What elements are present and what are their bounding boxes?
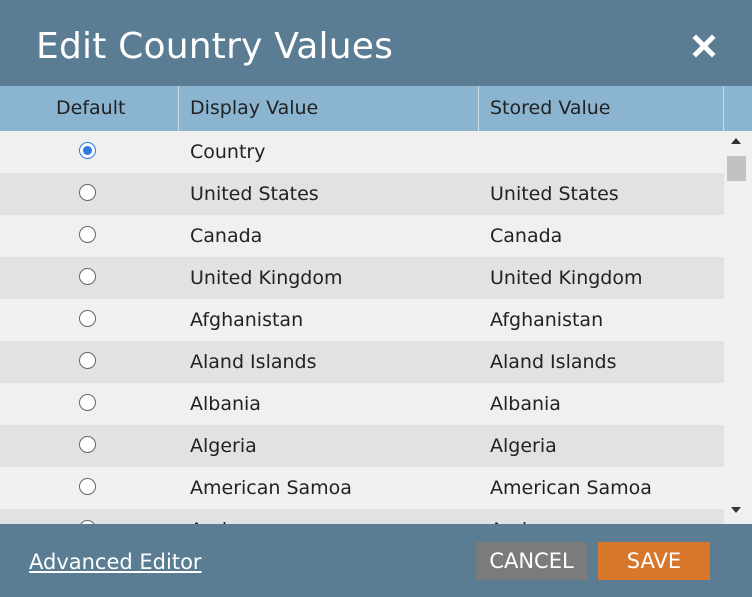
- table-row[interactable]: Country: [0, 131, 724, 173]
- default-radio[interactable]: [79, 268, 96, 285]
- display-value-cell[interactable]: Aland Islands: [190, 341, 317, 383]
- column-divider: [478, 86, 479, 131]
- table-row[interactable]: Albania Albania: [0, 383, 724, 425]
- scroll-up-arrow-icon[interactable]: [731, 138, 741, 144]
- close-icon[interactable]: [686, 28, 722, 64]
- display-value-cell[interactable]: Country: [190, 131, 265, 173]
- dialog-header: Edit Country Values: [0, 0, 752, 86]
- table-row[interactable]: United States United States: [0, 173, 724, 215]
- display-value-cell[interactable]: Albania: [190, 383, 261, 425]
- vertical-scrollbar[interactable]: [724, 131, 752, 524]
- default-radio[interactable]: [79, 310, 96, 327]
- dialog-footer: Advanced Editor CANCEL SAVE: [0, 524, 752, 597]
- advanced-editor-link[interactable]: Advanced Editor: [29, 550, 202, 574]
- display-value-cell[interactable]: United States: [190, 173, 319, 215]
- column-divider: [178, 86, 179, 131]
- scroll-down-arrow-icon[interactable]: [731, 507, 741, 513]
- stored-value-cell[interactable]: Afghanistan: [490, 299, 603, 341]
- default-radio[interactable]: [79, 184, 96, 201]
- column-divider: [723, 86, 724, 131]
- stored-value-cell[interactable]: American Samoa: [490, 467, 652, 509]
- stored-value-cell[interactable]: Andorra: [490, 509, 566, 524]
- display-value-cell[interactable]: Algeria: [190, 425, 257, 467]
- column-header-row: Default Display Value Stored Value: [0, 86, 752, 131]
- default-radio[interactable]: [79, 142, 96, 159]
- scrollbar-thumb[interactable]: [727, 156, 746, 181]
- country-values-grid: Default Display Value Stored Value Count…: [0, 86, 752, 524]
- stored-value-cell[interactable]: Algeria: [490, 425, 557, 467]
- display-value-cell[interactable]: American Samoa: [190, 467, 352, 509]
- column-header-default[interactable]: Default: [56, 86, 125, 131]
- display-value-cell[interactable]: United Kingdom: [190, 257, 343, 299]
- display-value-cell[interactable]: Andorra: [190, 509, 266, 524]
- save-button[interactable]: SAVE: [598, 542, 710, 580]
- table-row[interactable]: Canada Canada: [0, 215, 724, 257]
- table-row[interactable]: Andorra Andorra: [0, 509, 724, 524]
- default-radio[interactable]: [79, 226, 96, 243]
- default-radio[interactable]: [79, 352, 96, 369]
- cancel-button[interactable]: CANCEL: [476, 542, 587, 580]
- stored-value-cell[interactable]: United States: [490, 173, 619, 215]
- column-header-stored-value[interactable]: Stored Value: [490, 86, 611, 131]
- table-row[interactable]: Algeria Algeria: [0, 425, 724, 467]
- table-row[interactable]: Afghanistan Afghanistan: [0, 299, 724, 341]
- stored-value-cell[interactable]: United Kingdom: [490, 257, 643, 299]
- stored-value-cell[interactable]: Albania: [490, 383, 561, 425]
- rows-viewport: Country United States United States Cana…: [0, 131, 724, 524]
- dialog-title: Edit Country Values: [36, 26, 394, 67]
- display-value-cell[interactable]: Afghanistan: [190, 299, 303, 341]
- default-radio[interactable]: [79, 394, 96, 411]
- default-radio[interactable]: [79, 436, 96, 453]
- table-row[interactable]: Aland Islands Aland Islands: [0, 341, 724, 383]
- edit-country-values-dialog: Edit Country Values Default Display Valu…: [0, 0, 752, 597]
- display-value-cell[interactable]: Canada: [190, 215, 262, 257]
- table-row[interactable]: United Kingdom United Kingdom: [0, 257, 724, 299]
- stored-value-cell[interactable]: Canada: [490, 215, 562, 257]
- default-radio[interactable]: [79, 478, 96, 495]
- column-header-display-value[interactable]: Display Value: [190, 86, 318, 131]
- table-row[interactable]: American Samoa American Samoa: [0, 467, 724, 509]
- stored-value-cell[interactable]: Aland Islands: [490, 341, 617, 383]
